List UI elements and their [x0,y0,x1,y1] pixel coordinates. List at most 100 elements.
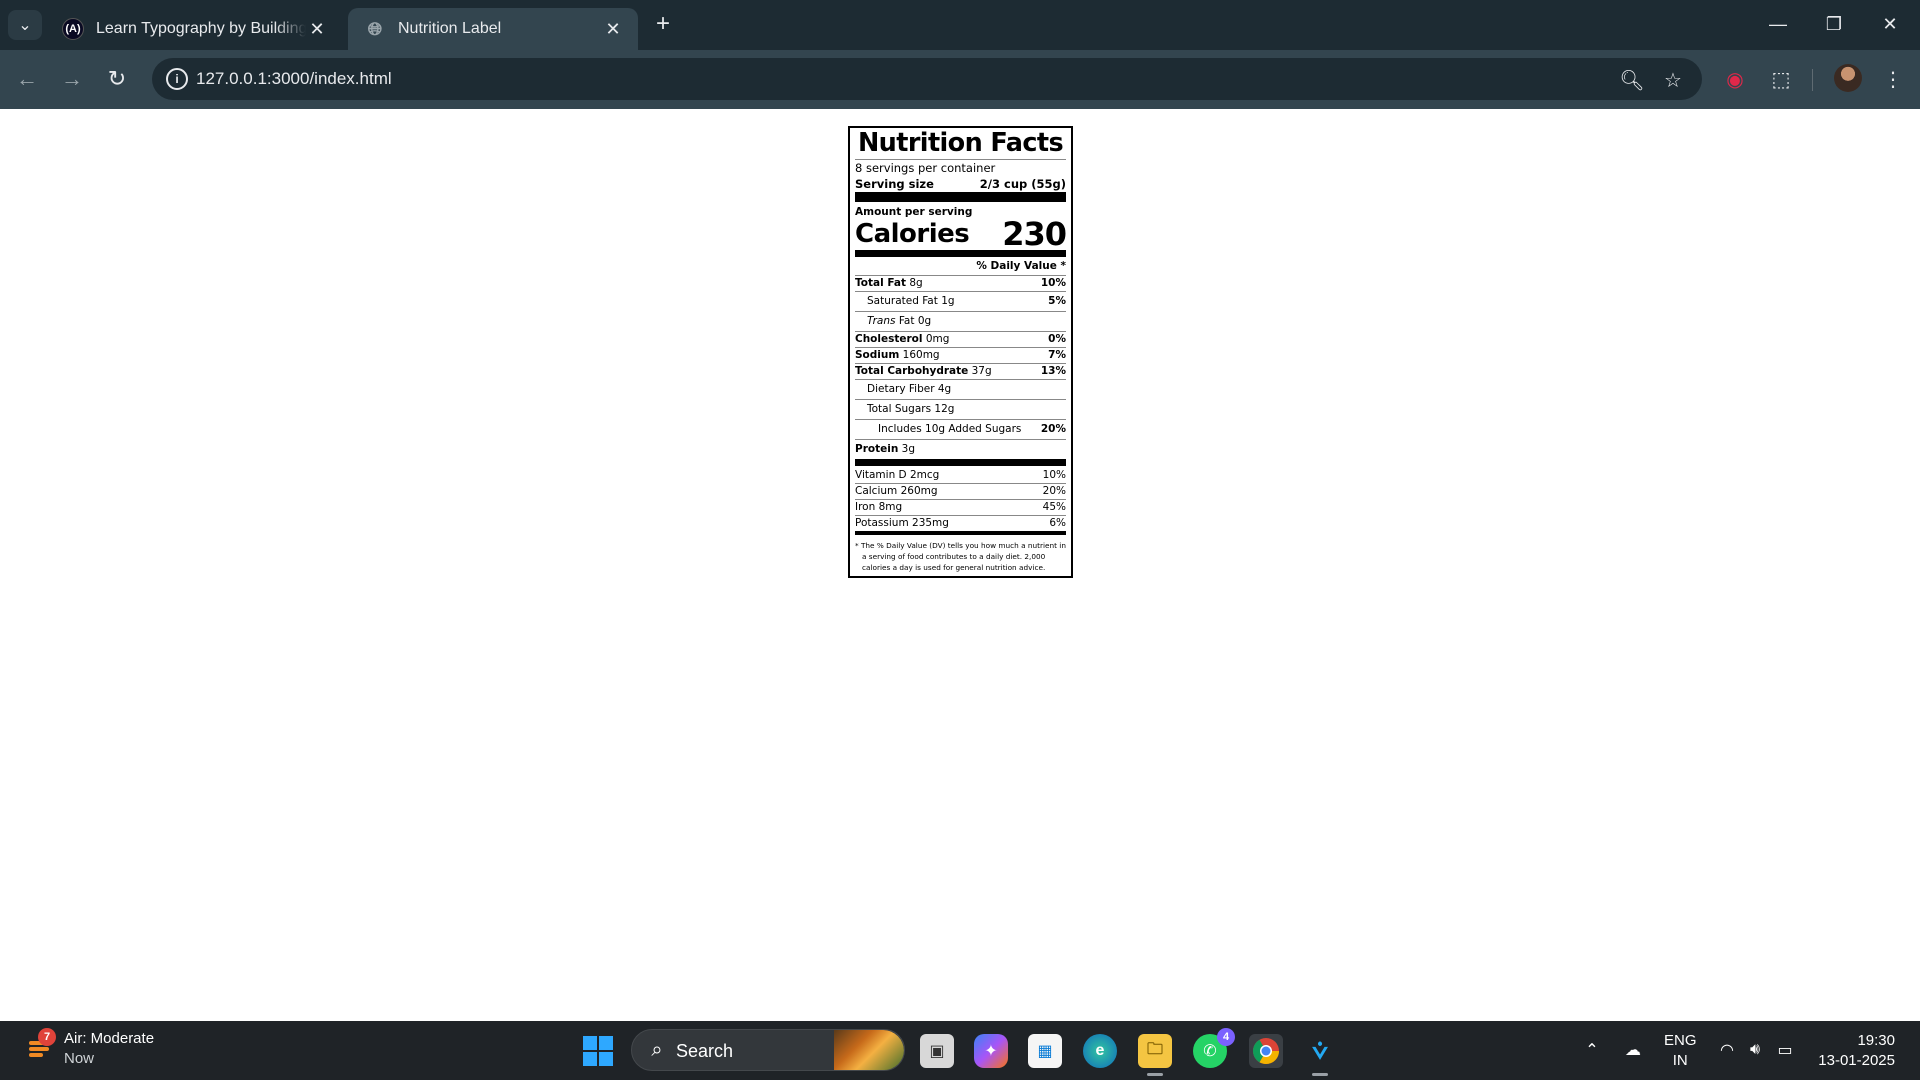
minimize-icon[interactable]: — [1760,8,1796,40]
reload-icon[interactable]: ↻ [101,63,133,95]
wifi-icon[interactable]: ◠ [1716,1039,1738,1061]
back-arrow-icon[interactable]: ← [11,63,43,95]
nutrient-amount: 3g [901,443,916,455]
system-clock[interactable]: 19:30 13-01-2025 [1815,1031,1895,1071]
nutrient-name: Total Fat [855,277,907,289]
clock-time: 19:30 [1857,1032,1895,1049]
micronutrient-row-potassium: Potassium 235mg 6% [855,516,1066,535]
new-tab-button[interactable]: + [650,12,676,38]
language-code: ENG [1664,1032,1697,1049]
nutrient-name: Protein [855,443,899,455]
file-explorer-icon[interactable]: 🗀︎ [1138,1034,1172,1076]
daily-value-footnote: * The % Daily Value (DV) tells you how m… [855,541,1066,572]
nutrient-row-trans-fat: Trans Fat 0g [855,312,1066,332]
search-icon: ⌕ [651,1038,663,1061]
micronutrient-dv: 20% [1042,485,1066,497]
search-label: Search [676,1041,734,1061]
nutrient-amount: 0g [917,315,932,327]
micronutrient-row-iron: Iron 8mg 45% [855,500,1066,516]
search-highlight-art [834,1030,904,1070]
page-viewport: Nutrition Facts 8 servings per container… [0,109,1920,1021]
menu-kebab-icon[interactable]: ⋮ [1877,63,1909,95]
nutrient-name: Total Sugars [867,403,932,415]
close-icon[interactable]: ✕ [602,18,624,40]
keyboard-region: IN [1672,1052,1688,1069]
nutrient-row-dietary-fiber: Dietary Fiber 4g [855,380,1066,400]
edge-browser-icon[interactable]: e [1083,1034,1117,1068]
extensions-puzzle-icon[interactable]: ⬚ [1765,63,1797,95]
daily-value-heading: % Daily Value * [855,257,1066,276]
chevron-up-icon[interactable]: ⌃ [1581,1039,1603,1061]
nutrient-amount: 0mg [925,333,950,345]
nutrient-dv: 13% [1040,365,1066,377]
task-view-icon[interactable]: ▣ [920,1034,954,1068]
calories-value: 230 [1002,215,1067,253]
address-bar[interactable]: i 127.0.0.1:3000/index.html 🔍︎ ☆ [152,58,1702,100]
battery-icon[interactable]: ▭ [1774,1039,1796,1061]
micronutrient-name: Vitamin D 2mcg [855,469,940,481]
micronutrient-name: Calcium 260mg [855,485,938,497]
serving-size-label: Serving size [855,177,934,191]
language-indicator[interactable]: ENG IN [1664,1031,1697,1071]
nutrient-dv: 7% [1048,349,1066,361]
browser-tab-strip: ⌄ (A) Learn Typography by Building a Nut… [0,0,1920,50]
nutrient-row-cholesterol: Cholesterol 0mg 0% [855,332,1066,348]
nutrient-row-added-sugars: Includes 10g Added Sugars 20% [855,420,1066,440]
chrome-icon[interactable] [1249,1034,1283,1068]
nutrient-amount: 12g [934,403,955,415]
recorder-extension-icon[interactable]: ◉ [1719,63,1751,95]
restore-icon[interactable]: ❐ [1816,8,1852,40]
volume-icon[interactable]: 🔊︎ [1744,1039,1766,1061]
tab-search-button[interactable]: ⌄ [8,10,42,40]
servings-per-container: 8 servings per container [855,161,996,175]
forward-arrow-icon[interactable]: → [56,63,88,95]
tab-nutrition-label[interactable]: 🌐︎ Nutrition Label ✕ [348,8,638,50]
micronutrient-dv: 10% [1042,469,1066,481]
taskbar-search[interactable]: ⌕ Search [631,1029,905,1071]
vscode-icon[interactable]: ⩒ [1303,1034,1337,1076]
micronutrient-row-vitamin-d: Vitamin D 2mcg 10% [855,468,1066,484]
bookmark-star-icon[interactable]: ☆ [1660,67,1686,93]
nutrient-amount: 160mg [902,349,940,361]
copilot-icon[interactable]: ✦ [974,1034,1008,1068]
onedrive-cloud-icon[interactable]: ☁ [1622,1039,1644,1061]
url-text[interactable]: 127.0.0.1:3000/index.html [196,69,392,89]
close-icon[interactable]: ✕ [306,18,328,40]
serving-size-row: Serving size 2/3 cup (55g) [855,176,1066,192]
nutrient-row-protein: Protein 3g [855,440,1066,466]
nutrient-dv: 20% [1040,423,1066,435]
profile-avatar[interactable] [1834,64,1862,92]
windows-start-icon[interactable] [583,1036,613,1066]
close-window-icon[interactable]: ✕ [1872,8,1908,40]
nutrient-amount: 1g [941,295,955,307]
micronutrient-row-calcium: Calcium 260mg 20% [855,484,1066,500]
label-heading: Nutrition Facts [855,128,1066,160]
chrome-logo [1252,1038,1280,1065]
whatsapp-icon[interactable]: ✆ 4 [1193,1028,1235,1068]
nutrient-name: Trans [867,315,896,327]
tab-learn-typography[interactable]: (A) Learn Typography by Building a Nutri… [46,8,342,50]
serving-size-value: 2/3 cup (55g) [979,177,1066,191]
nutrient-row-total-carbohydrate: Total Carbohydrate 37g 13% [855,364,1066,380]
nutrient-name: Sodium [855,349,900,361]
browser-toolbar: ← → ↻ i 127.0.0.1:3000/index.html 🔍︎ ☆ ◉… [0,50,1920,109]
globe-icon: 🌐︎ [367,18,383,39]
nutrient-dv: 0% [1048,333,1066,345]
clock-date: 13-01-2025 [1818,1052,1895,1069]
windows-taskbar: 7 Air: Moderate Now ⌕ Search ▣ ✦ ▦ e 🗀︎ … [0,1021,1920,1080]
nutrient-dv: 10% [1040,277,1066,289]
micronutrient-name: Potassium 235mg [855,517,949,529]
chevron-down-icon: ⌄ [18,17,32,34]
nutrient-row-sodium: Sodium 160mg 7% [855,348,1066,364]
freecodecamp-favicon-icon: (A) [62,18,84,40]
micronutrient-name: Iron 8mg [855,501,903,513]
nutrient-amount: 4g [937,383,952,395]
microsoft-store-icon[interactable]: ▦ [1028,1034,1062,1068]
calories-row: Calories 230 [855,215,1067,253]
nutrient-name: Includes 10g Added Sugars [878,423,1022,435]
weather-subtitle: Now [64,1050,95,1067]
nutrient-dv: 5% [1048,295,1066,307]
zoom-icon[interactable]: 🔍︎ [1619,67,1645,93]
nutrient-amount: 37g [971,365,992,377]
site-info-icon[interactable]: i [166,68,188,90]
